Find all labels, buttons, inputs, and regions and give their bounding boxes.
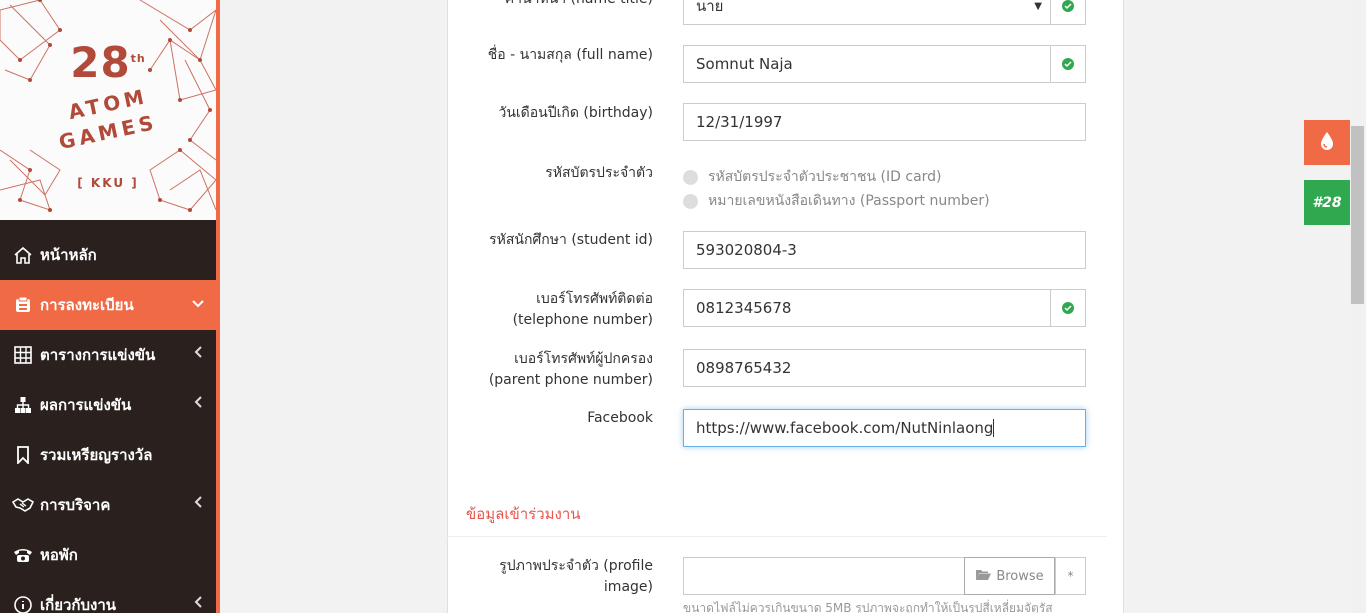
section-divider (447, 536, 1107, 537)
phone-icon (12, 545, 34, 565)
parent-phone-label-line1: เบอร์โทรศัพท์ผู้ปกครอง (514, 351, 653, 367)
telephone-valid-addon (1050, 289, 1086, 327)
telephone-label: เบอร์โทรศัพท์ติดต่อ (telephone number) (513, 289, 653, 331)
folder-open-icon (975, 568, 992, 585)
section-title: ข้อมูลเข้าร่วมงาน (466, 505, 581, 523)
id-type-label: รหัสบัตรประจำตัว (545, 165, 653, 181)
facebook-value: https://www.facebook.com/NutNinlaong (696, 419, 994, 437)
chevron-left-icon (194, 496, 204, 512)
handshake-icon (12, 495, 34, 515)
sidebar-item-registration[interactable]: การลงทะเบียน (0, 280, 216, 330)
check-circle-icon (1062, 302, 1074, 314)
radio-label: หมายเลขหนังสือเดินทาง (Passport number) (708, 193, 990, 209)
birthday-value: 12/31/1997 (696, 113, 783, 131)
sidebar-item-label: หอพัก (40, 546, 78, 564)
sidebar-item-label: การลงทะเบียน (40, 296, 134, 314)
sidebar-item-results[interactable]: ผลการแข่งขัน (0, 380, 216, 430)
profile-image-label-line1: รูปภาพประจำตัว (profile (499, 558, 653, 574)
radio-circle[interactable] (683, 193, 698, 209)
profile-image-label-line2: image) (603, 579, 653, 595)
chevron-left-icon (194, 396, 204, 412)
birthday-label: วันเดือนปีเกิด (birthday) (498, 105, 653, 121)
profile-image-filename[interactable] (683, 557, 965, 595)
parent-phone-value: 0898765432 (696, 359, 792, 377)
sidebar-item-about[interactable]: เกี่ยวกับงาน (0, 580, 216, 613)
sidebar-item-schedule[interactable]: ตารางการแข่งขัน (0, 330, 216, 380)
chevron-down-icon (192, 296, 204, 312)
parent-phone-input[interactable]: 0898765432 (683, 349, 1086, 387)
radio-label: รหัสบัตรประจำตัวประชาชน (ID card) (708, 169, 942, 185)
facebook-label: Facebook (587, 410, 653, 426)
sidebar-item-home[interactable]: หน้าหลัก (0, 230, 216, 280)
logo-tag: [ KKU ] (77, 176, 139, 190)
telephone-label-line1: เบอร์โทรศัพท์ติดต่อ (536, 291, 653, 307)
sidebar-item-label: การบริจาค (40, 496, 111, 514)
full-name-valid-addon (1050, 45, 1086, 83)
sidebar-item-dormitory[interactable]: หอพัก (0, 530, 216, 580)
blood-donation-button[interactable] (1304, 120, 1350, 165)
radio-id-card[interactable]: รหัสบัตรประจำตัวประชาชน (ID card) (683, 166, 942, 188)
sidebar-item-label: ผลการแข่งขัน (40, 396, 132, 414)
facebook-input[interactable]: https://www.facebook.com/NutNinlaong (683, 409, 1086, 447)
chevron-left-icon (194, 596, 204, 612)
radio-passport[interactable]: หมายเลขหนังสือเดินทาง (Passport number) (683, 190, 990, 212)
student-id-value: 593020804-3 (696, 241, 797, 259)
page-scrollbar[interactable] (1350, 0, 1366, 613)
telephone-input[interactable]: 0812345678 (683, 289, 1051, 327)
student-id-label: รหัสนักศึกษา (student id) (489, 232, 653, 248)
browse-button[interactable]: Browse (964, 557, 1055, 595)
name-title-value: นาย (696, 0, 724, 15)
sidebar-item-label: ตารางการแข่งขัน (40, 346, 156, 364)
parent-phone-label-line2: (parent phone number) (488, 372, 653, 388)
chevron-left-icon (194, 346, 204, 362)
birthday-input[interactable]: 12/31/1997 (683, 103, 1086, 141)
id-card-icon (12, 295, 34, 315)
caret-down-icon: ▼ (1034, 0, 1042, 12)
text-cursor (993, 419, 995, 437)
full-name-input[interactable]: Somnut Naja (683, 45, 1051, 83)
required-marker: * (1055, 557, 1086, 595)
profile-image-label: รูปภาพประจำตัว (profile image) (499, 556, 653, 598)
sitemap-icon (12, 395, 34, 415)
sidebar-item-label: เกี่ยวกับงาน (40, 596, 117, 613)
telephone-label-line2: (telephone number) (512, 312, 653, 328)
check-circle-icon (1062, 0, 1074, 12)
table-grid-icon (12, 345, 34, 365)
full-name-label: ชื่อ - นามสกุล (full name) (487, 47, 653, 63)
sidebar-item-medals[interactable]: รวมเหรียญรางวัล (0, 430, 216, 480)
logo[interactable]: 28th ATOM GAMES [ KKU ] (0, 0, 216, 220)
student-id-input[interactable]: 593020804-3 (683, 231, 1086, 269)
full-name-value: Somnut Naja (696, 55, 793, 73)
sidebar-menu: หน้าหลัก การลงทะเบียน ตารางการแข่งขัน ผล… (0, 230, 216, 613)
sidebar-item-label: รวมเหรียญรางวัล (40, 446, 153, 464)
name-title-select[interactable]: นาย ▼ (683, 0, 1051, 25)
sidebar-item-label: หน้าหลัก (40, 246, 97, 264)
scrollbar-thumb[interactable] (1351, 126, 1364, 304)
parent-phone-label: เบอร์โทรศัพท์ผู้ปกครอง (parent phone num… (489, 349, 653, 391)
browse-label: Browse (996, 568, 1044, 584)
sidebar-item-donation[interactable]: การบริจาค (0, 480, 216, 530)
check-circle-icon (1062, 58, 1074, 70)
radio-circle[interactable] (683, 169, 698, 185)
event-badge-button[interactable]: #28 (1304, 180, 1350, 225)
name-title-valid-addon (1050, 0, 1086, 25)
telephone-value: 0812345678 (696, 299, 792, 317)
home-icon (12, 245, 34, 265)
bookmark-icon (12, 445, 34, 465)
name-title-label: คำนำหน้า (name title) (505, 0, 653, 10)
info-icon (12, 595, 34, 613)
water-drop-icon (1319, 131, 1335, 155)
sidebar: 28th ATOM GAMES [ KKU ] หน้าหลัก การลงทะ… (0, 0, 220, 613)
profile-image-hint: ขนาดไฟล์ไม่ควรเกินขนาด 5MB รูปภาพจะถูกทำ… (683, 601, 1053, 613)
